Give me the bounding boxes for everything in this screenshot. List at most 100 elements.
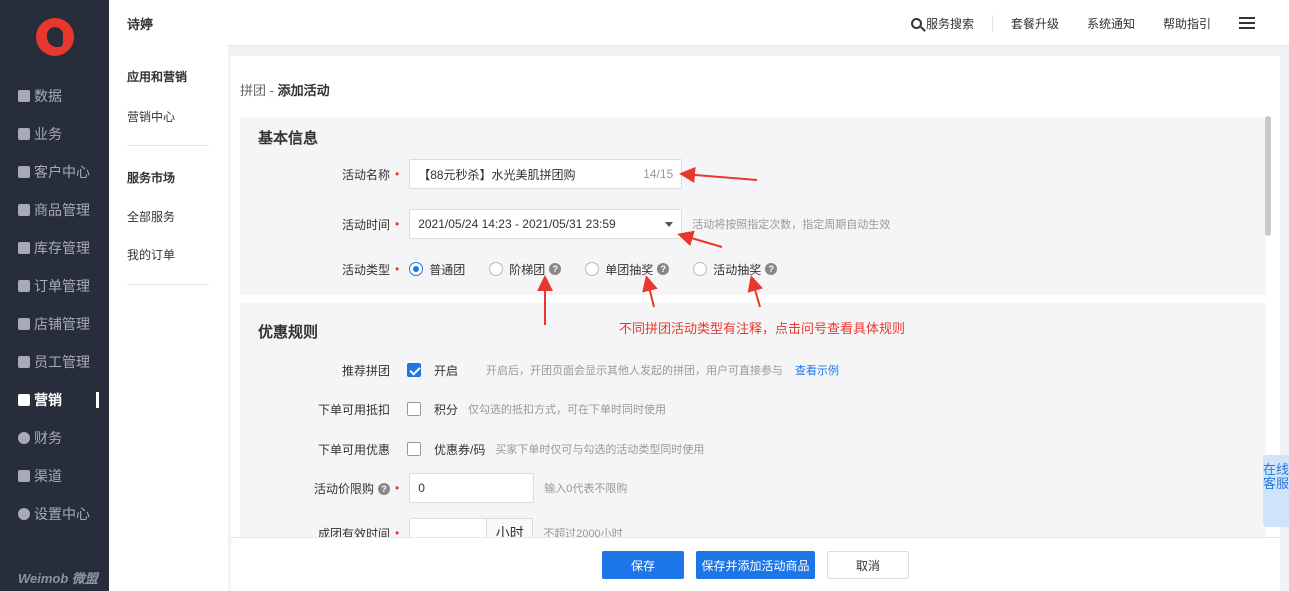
nav-item-channels[interactable]: 渠道 [0, 457, 109, 495]
online-service-button[interactable]: 在线客服 [1263, 455, 1289, 527]
nav-label: 库存管理 [34, 240, 90, 256]
input-value: 【88元秒杀】水光美肌拼团购 [418, 167, 576, 182]
label-text: 活动价限购 [313, 481, 374, 496]
nav-label: 渠道 [34, 468, 62, 484]
field-hint: 开启后，开团页面会显示其他人发起的拼团，用户可直接参与 [486, 365, 784, 377]
section-title: 优惠规则 [258, 324, 319, 341]
discount-row: 下单可用优惠 优惠券/码 买家下单时仅可与勾选的活动类型同时使用 [240, 434, 1266, 464]
basic-info-section: 基本信息 活动名称 • 【88元秒杀】水光美肌拼团购 14/15 活动时间 • 20… [240, 117, 1266, 295]
radio-label: 活动抽奖 [713, 262, 762, 277]
top-links: 服务搜索 套餐升级 系统通知 帮助指引 [897, 0, 1289, 46]
nav-item-products[interactable]: 商品管理 [0, 191, 109, 229]
help-icon[interactable]: ? [657, 263, 670, 275]
top-bar: 服务搜索 套餐升级 系统通知 帮助指引 [228, 0, 1289, 46]
scrollbar[interactable] [1265, 116, 1271, 236]
nav-item-customers[interactable]: 客户中心 [0, 153, 109, 191]
required-mark: • [395, 167, 400, 181]
recommend-checkbox[interactable] [407, 363, 421, 377]
activity-type-row: 活动类型 • 普通团 阶梯团? 单团抽奖? 活动抽奖? [240, 254, 1266, 284]
chevron-down-icon [665, 221, 674, 227]
service-search-button[interactable]: 服务搜索 [897, 14, 993, 32]
radio-label: 普通团 [429, 262, 466, 277]
store-name: 诗婷 [127, 17, 154, 32]
help-link[interactable]: 帮助指引 [1149, 15, 1225, 32]
field-label: 推荐拼团 [341, 363, 390, 378]
field-hint: 买家下单时仅可与勾选的活动类型同时使用 [495, 444, 705, 456]
nav-label: 订单管理 [34, 278, 90, 294]
nav-item-marketing[interactable]: 营销 [0, 381, 109, 419]
input-value: 0 [418, 481, 425, 495]
store-icon [18, 318, 30, 330]
subnav-item-my-orders[interactable]: 我的订单 [127, 246, 175, 263]
section-title: 基本信息 [258, 130, 319, 147]
limit-row: 活动价限购? • 0 输入0代表不限购 [240, 473, 1266, 503]
subnav-item-marketing-center[interactable]: 营销中心 [127, 108, 175, 125]
channel-icon [18, 470, 30, 482]
view-example-link[interactable]: 查看示例 [795, 362, 839, 378]
help-icon[interactable]: ? [765, 263, 778, 275]
field-label: 下单可用优惠 [317, 442, 390, 457]
active-indicator [96, 392, 99, 408]
nav-item-business[interactable]: 业务 [0, 115, 109, 153]
activity-name-input[interactable]: 【88元秒杀】水光美肌拼团购 14/15 [409, 159, 683, 189]
recommend-row: 推荐拼团 开启 开启后，开团页面会显示其他人发起的拼团，用户可直接参与 查看示例 [240, 355, 1266, 385]
radio-single-lottery[interactable]: 单团抽奖? [585, 261, 670, 278]
gift-icon [18, 394, 30, 406]
card-icon [18, 166, 30, 178]
save-button[interactable]: 保存 [602, 551, 684, 579]
nav-item-orders[interactable]: 订单管理 [0, 267, 109, 305]
nav-item-staff[interactable]: 员工管理 [0, 343, 109, 381]
radio-tier-group[interactable]: 阶梯团? [489, 261, 562, 278]
breadcrumb-parent[interactable]: 拼团 [240, 83, 266, 98]
field-hint: 仅勾选的抵扣方式，可在下单时同时使用 [468, 404, 667, 416]
breadcrumb: 拼团 - 添加活动 [240, 80, 330, 99]
save-and-add-button[interactable]: 保存并添加活动商品 [696, 551, 815, 579]
search-label: 服务搜索 [925, 16, 974, 31]
nav-item-finance[interactable]: 财务 [0, 419, 109, 457]
radio-button [409, 262, 424, 276]
points-checkbox[interactable] [407, 402, 421, 416]
annotation-text: 不同拼团活动类型有注释，点击问号查看具体规则 [619, 321, 906, 336]
radio-normal-group[interactable]: 普通团 [409, 261, 465, 278]
nav-label: 财务 [34, 430, 62, 446]
field-hint: 活动将按照指定次数，指定周期自动生效 [692, 219, 891, 231]
nav-item-data[interactable]: 数据 [0, 77, 109, 115]
cancel-button[interactable]: 取消 [827, 551, 909, 579]
list-icon [18, 280, 30, 292]
field-label: 下单可用抵扣 [317, 402, 390, 417]
help-icon[interactable]: ? [378, 483, 390, 496]
activity-time-row: 活动时间 • 2021/05/24 14:23 - 2021/05/31 23:5… [240, 209, 1266, 239]
nav-item-inventory[interactable]: 库存管理 [0, 229, 109, 267]
nav-label: 商品管理 [34, 202, 90, 218]
subnav-group-title: 应用和营销 [127, 70, 188, 84]
deduct-row: 下单可用抵扣 积分 仅勾选的抵扣方式，可在下单时同时使用 [240, 394, 1266, 424]
limit-input[interactable]: 0 [409, 473, 535, 503]
radio-button [489, 262, 504, 276]
nav-label: 营销 [34, 392, 62, 408]
nav-label: 数据 [34, 88, 62, 104]
subnav-group-title: 服务市场 [127, 171, 176, 185]
nav-item-settings[interactable]: 设置中心 [0, 495, 109, 533]
activity-time-picker[interactable]: 2021/05/24 14:23 - 2021/05/31 23:59 [409, 209, 683, 239]
required-mark: • [395, 217, 400, 231]
nav-item-stores[interactable]: 店铺管理 [0, 305, 109, 343]
radio-activity-lottery[interactable]: 活动抽奖? [693, 261, 778, 278]
radio-button [585, 262, 600, 276]
coupon-checkbox[interactable] [407, 442, 421, 456]
main-nav: 数据 业务 客户中心 商品管理 库存管理 订单管理 店铺管理 员工管理 营销 财… [0, 0, 109, 591]
upgrade-link[interactable]: 套餐升级 [997, 15, 1073, 32]
checkbox-label: 积分 [434, 402, 459, 417]
radio-label: 阶梯团 [509, 262, 546, 277]
main-panel: 拼团 - 添加活动 基本信息 活动名称 • 【88元秒杀】水光美肌拼团购 14/1… [231, 56, 1280, 591]
help-icon[interactable]: ? [549, 263, 562, 275]
brand-wordmark: Weimob 微盟 [18, 571, 98, 586]
menu-icon[interactable] [1239, 14, 1255, 32]
logo[interactable] [36, 18, 74, 56]
nav-label: 员工管理 [34, 354, 90, 370]
breadcrumb-current: 添加活动 [277, 83, 330, 98]
checkbox-label: 优惠券/码 [434, 442, 486, 457]
nav-label: 业务 [34, 126, 62, 142]
radio-label: 单团抽奖 [605, 262, 654, 277]
notice-link[interactable]: 系统通知 [1073, 15, 1149, 32]
subnav-item-all-services[interactable]: 全部服务 [127, 208, 175, 225]
